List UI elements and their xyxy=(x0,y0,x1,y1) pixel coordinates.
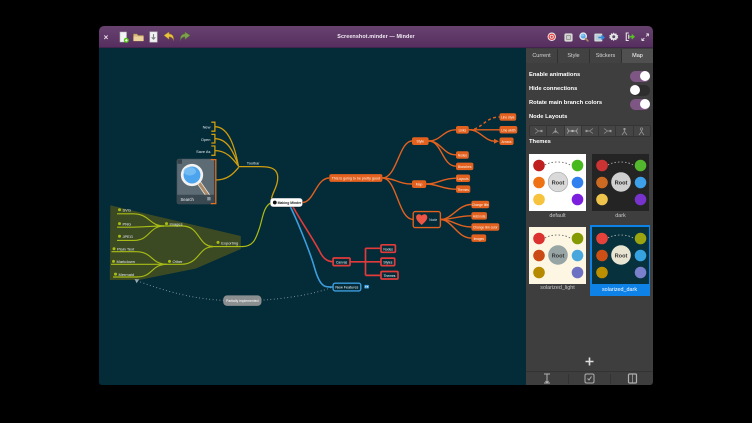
svg-text:Exporting: Exporting xyxy=(221,240,238,245)
svg-text:Open: Open xyxy=(201,137,211,142)
svg-text:Change link color: Change link color xyxy=(473,226,499,230)
svg-text:Branches: Branches xyxy=(458,165,472,169)
svg-text:Root: Root xyxy=(615,181,628,187)
svg-text:Search: Search xyxy=(181,197,195,202)
svg-text:Map: Map xyxy=(416,182,423,186)
svg-text:New Features: New Features xyxy=(335,285,358,289)
svg-text:Line width: Line width xyxy=(501,128,516,132)
svg-text:Node: Node xyxy=(429,218,437,222)
svg-text:Root: Root xyxy=(615,254,628,260)
svg-text:Making Minder: Making Minder xyxy=(278,201,302,205)
svg-text:PNG: PNG xyxy=(123,221,132,226)
svg-text:Canvas: Canvas xyxy=(336,260,348,264)
svg-text:Toolbar: Toolbar xyxy=(247,160,260,165)
svg-text:Arrows: Arrows xyxy=(502,140,512,144)
svg-text:Nodes: Nodes xyxy=(458,154,468,158)
svg-text:Images: Images xyxy=(170,221,183,226)
svg-text:Markdown: Markdown xyxy=(117,259,135,264)
svg-text:Images: Images xyxy=(474,237,485,241)
svg-text:Mermaid: Mermaid xyxy=(119,272,135,277)
svg-text:Root: Root xyxy=(552,254,565,260)
svg-text:Nodes: Nodes xyxy=(383,247,393,251)
svg-text:Themes: Themes xyxy=(457,188,469,192)
svg-text:JPEG: JPEG xyxy=(123,234,133,239)
svg-text:SVG: SVG xyxy=(123,208,131,213)
svg-text:Partially implemented: Partially implemented xyxy=(226,299,259,303)
svg-text:New: New xyxy=(203,125,211,130)
svg-text:Add note: Add note xyxy=(473,215,486,219)
svg-text:Change title: Change title xyxy=(472,203,489,207)
svg-text:Layouts: Layouts xyxy=(457,177,469,181)
svg-text:This is going to be pretty goo: This is going to be pretty good xyxy=(332,176,380,180)
svg-text:Style: Style xyxy=(417,139,425,143)
svg-text:Save As: Save As xyxy=(196,149,210,154)
svg-text:Line style: Line style xyxy=(501,116,515,120)
svg-text:Plain Text: Plain Text xyxy=(117,247,135,252)
svg-text:Links: Links xyxy=(459,128,467,132)
svg-text:Other: Other xyxy=(173,259,184,264)
svg-text:Themes: Themes xyxy=(384,274,396,278)
svg-text:Styles: Styles xyxy=(383,261,392,265)
svg-text:Root: Root xyxy=(552,181,565,187)
